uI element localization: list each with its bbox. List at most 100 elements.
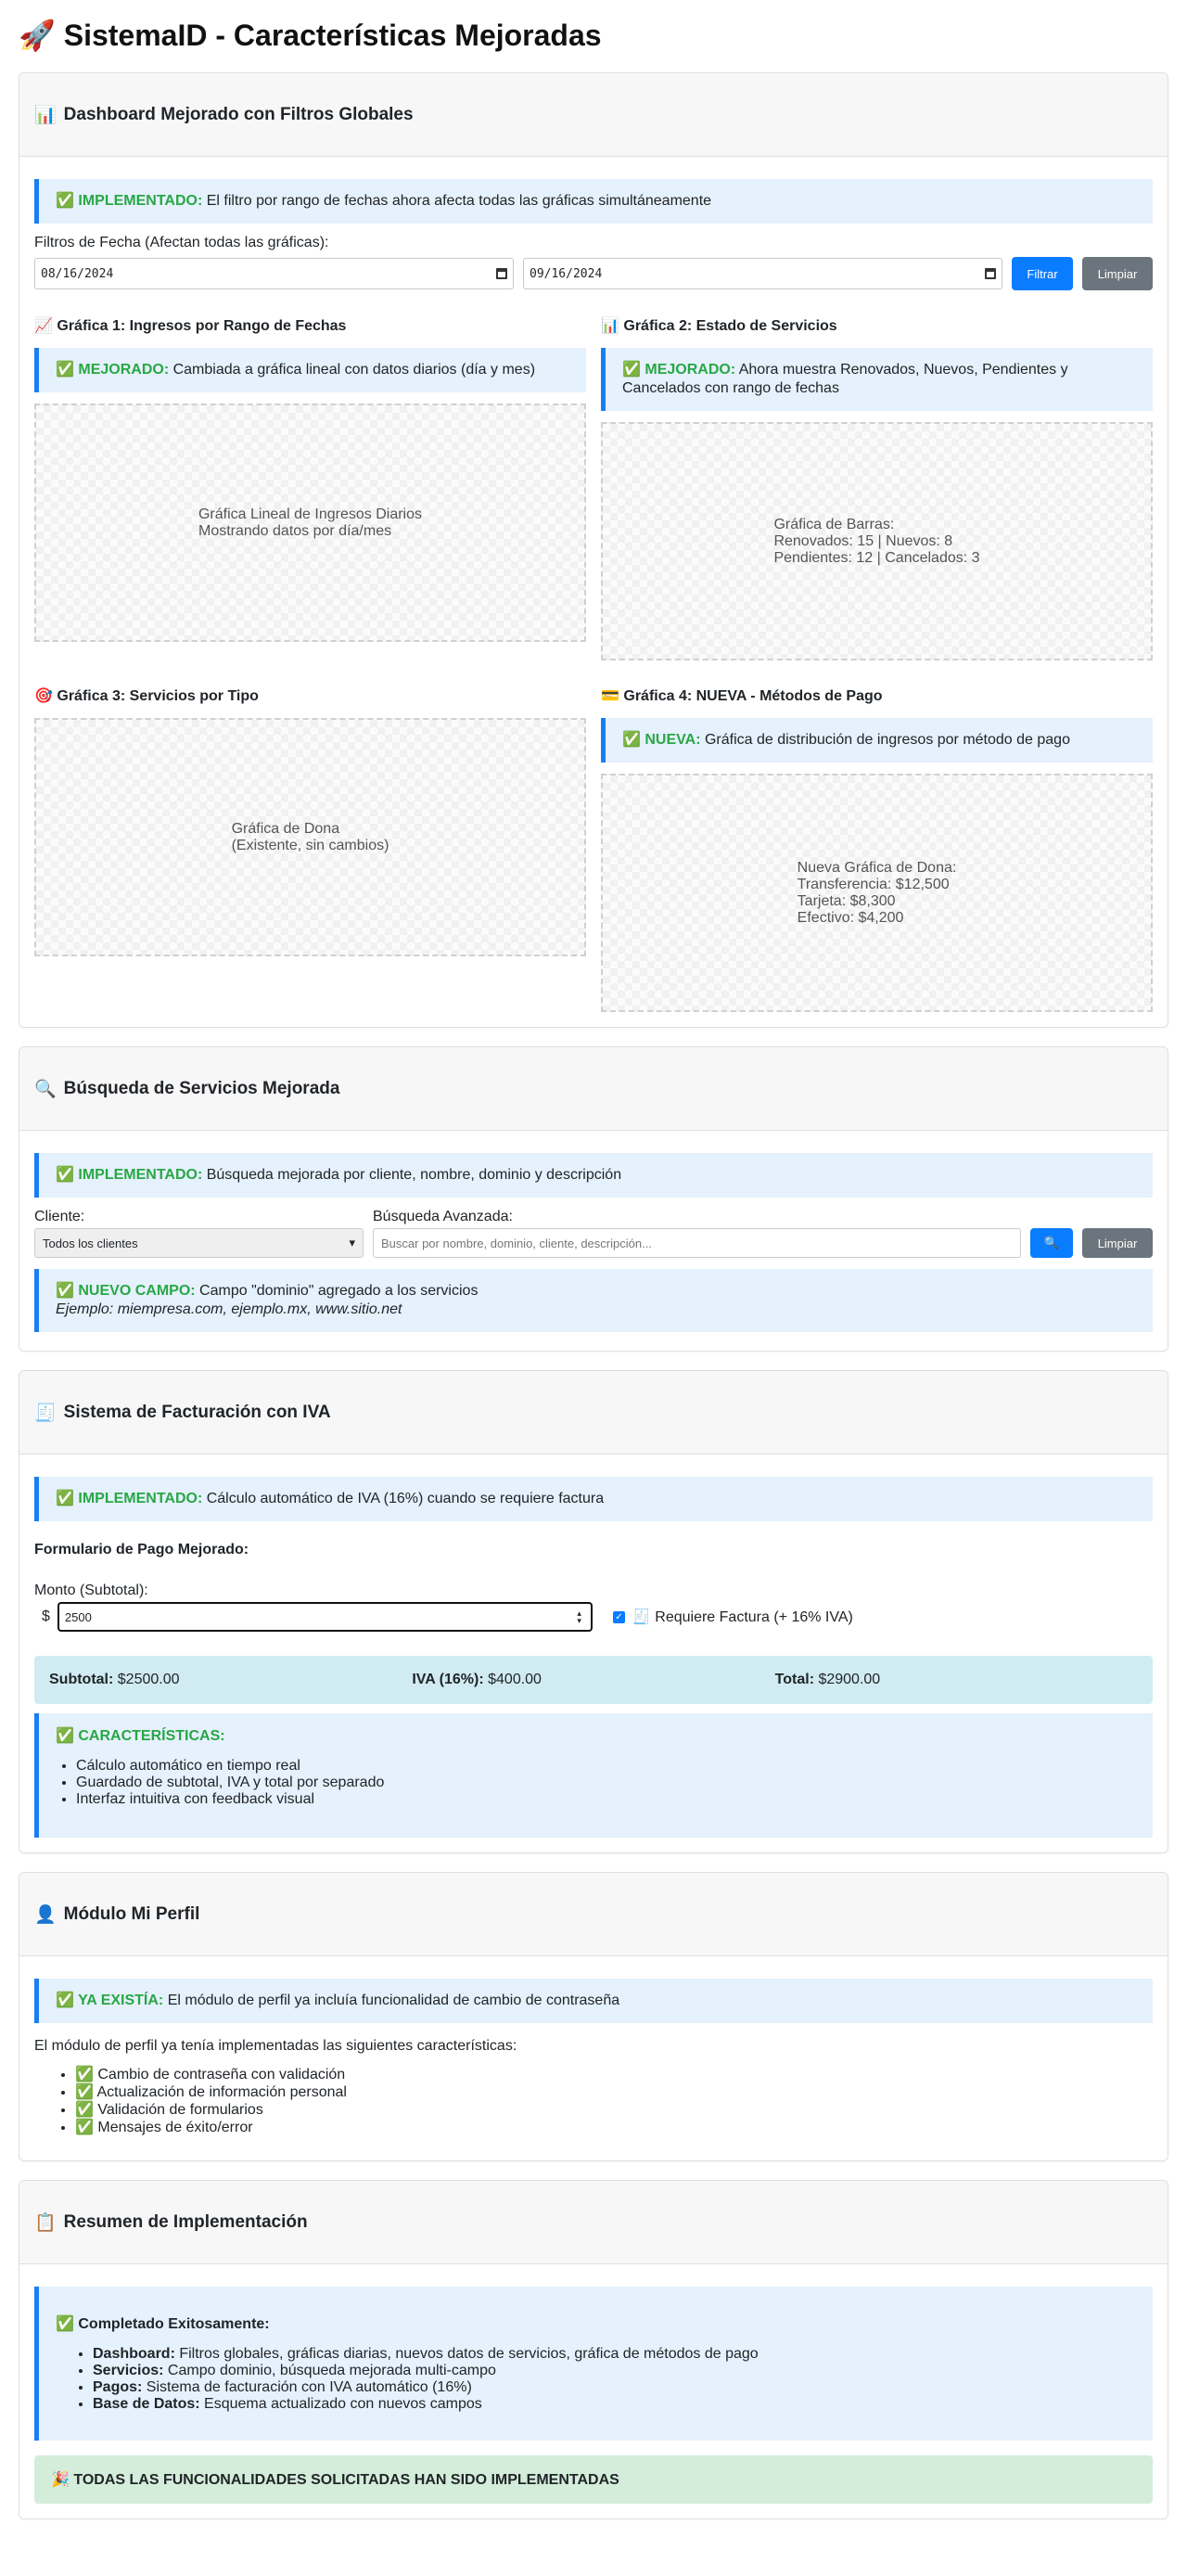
summary-title: Resumen de Implementación: [63, 2211, 308, 2232]
client-label: Cliente:: [34, 1209, 85, 1224]
chart-1: 📈 Gráfica 1: Ingresos por Rango de Fecha…: [34, 316, 586, 660]
alert-text: Cálculo automático de IVA (16%) cuando s…: [202, 1491, 605, 1506]
list-item: Base de Datos: Esquema actualizado con n…: [93, 2396, 1136, 2413]
billing-card-header: 🧾 Sistema de Facturación con IVA: [19, 1371, 1168, 1455]
search-button[interactable]: 🔍: [1030, 1228, 1073, 1258]
chart-4-placeholder-text: Nueva Gráfica de Dona: Transferencia: $1…: [797, 859, 957, 926]
features-list: Cálculo automático en tiempo real Guarda…: [56, 1758, 1136, 1808]
summary-card-header: 📋 Resumen de Implementación: [19, 2181, 1168, 2264]
summary-card: 📋 Resumen de Implementación ✅ Completado…: [19, 2180, 1168, 2519]
list-item: ✅ Actualización de información personal: [75, 2083, 1153, 2101]
date-from-value: 08/16/2024: [41, 266, 114, 281]
payment-form-title: Formulario de Pago Mejorado:: [34, 1542, 249, 1557]
alert-tag: ✅ IMPLEMENTADO:: [56, 1167, 203, 1183]
date-to-input[interactable]: 09/16/2024: [523, 258, 1002, 289]
client-filter: Cliente: Todos los clientes ▾: [34, 1209, 364, 1258]
billing-card-body: ✅ IMPLEMENTADO: Cálculo automático de IV…: [19, 1455, 1168, 1852]
iva-value: $400.00: [483, 1672, 542, 1687]
clear-search-button[interactable]: Limpiar: [1082, 1228, 1153, 1258]
calendar-icon[interactable]: [496, 268, 507, 279]
billing-card: 🧾 Sistema de Facturación con IVA ✅ IMPLE…: [19, 1370, 1168, 1853]
profile-title: Módulo Mi Perfil: [63, 1903, 200, 1924]
alert-tag: ✅ IMPLEMENTADO:: [56, 1491, 203, 1506]
user-icon: 👤: [34, 1904, 57, 1925]
advanced-search: Búsqueda Avanzada: Buscar por nombre, do…: [373, 1209, 1021, 1258]
list-item: Cálculo automático en tiempo real: [76, 1758, 1136, 1775]
alert-tag: ✅ NUEVO CAMPO:: [56, 1283, 196, 1299]
advanced-search-input[interactable]: Buscar por nombre, dominio, cliente, des…: [373, 1228, 1021, 1258]
chart-4-alert: ✅ NUEVA: Gráfica de distribución de ingr…: [601, 718, 1153, 763]
list-item: ✅ Cambio de contraseña con validación: [75, 2066, 1153, 2083]
currency-symbol: $: [42, 1608, 50, 1624]
alert-tag: ✅ NUEVA:: [622, 732, 701, 748]
success-banner: 🎉 TODAS LAS FUNCIONALIDADES SOLICITADAS …: [34, 2455, 1153, 2504]
alert-text: El filtro por rango de fechas ahora afec…: [202, 193, 712, 209]
profile-features-list: ✅ Cambio de contraseña con validación ✅ …: [34, 2066, 1153, 2136]
chart-1-alert: ✅ MEJORADO: Cambiada a gráfica lineal co…: [34, 348, 586, 392]
calendar-icon[interactable]: [985, 268, 996, 279]
advanced-search-placeholder: Buscar por nombre, dominio, cliente, des…: [381, 1236, 652, 1250]
alert-text: Búsqueda mejorada por cliente, nombre, d…: [202, 1167, 622, 1183]
filter-button[interactable]: Filtrar: [1012, 257, 1073, 290]
item-label: Pagos:: [93, 2379, 143, 2395]
amount-label: Monto (Subtotal):: [34, 1583, 148, 1598]
list-item: ✅ Validación de formularios: [75, 2101, 1153, 2119]
list-item: Interfaz intuitiva con feedback visual: [76, 1791, 1136, 1808]
charts-row-1: 📈 Gráfica 1: Ingresos por Rango de Fecha…: [34, 316, 1153, 686]
alert-tag: ✅ MEJORADO:: [56, 362, 170, 378]
alert-text: Campo "dominio" agregado a los servicios: [195, 1283, 479, 1299]
chart-3-placeholder-text: Gráfica de Dona (Existente, sin cambios): [231, 820, 389, 853]
advanced-search-label: Búsqueda Avanzada:: [373, 1209, 513, 1224]
search-alert: ✅ IMPLEMENTADO: Búsqueda mejorada por cl…: [34, 1153, 1153, 1198]
search-row: Cliente: Todos los clientes ▾ Búsqueda A…: [34, 1209, 1153, 1258]
charts-row-2: 🎯 Gráfica 3: Servicios por Tipo Gráfica …: [34, 686, 1153, 1012]
totals-bar: Subtotal: $2500.00 IVA (16%): $400.00 To…: [34, 1656, 1153, 1704]
domain-example: Ejemplo: miempresa.com, ejemplo.mx, www.…: [56, 1301, 402, 1317]
search-icon: 🔍: [34, 1079, 57, 1099]
alert-tag: ✅ MEJORADO:: [622, 362, 736, 378]
total-value: $2900.00: [814, 1672, 881, 1687]
chart-4: 💳 Gráfica 4: NUEVA - Métodos de Pago ✅ N…: [601, 686, 1153, 1012]
item-label: Servicios:: [93, 2363, 164, 2378]
profile-card-header: 👤 Módulo Mi Perfil: [19, 1873, 1168, 1956]
item-label: Base de Datos:: [93, 2396, 200, 2412]
invoice-checkbox[interactable]: ✓: [612, 1610, 625, 1623]
alert-text: Cambiada a gráfica lineal con datos diar…: [169, 362, 536, 378]
subtotal: Subtotal: $2500.00: [49, 1672, 412, 1688]
item-text: Esquema actualizado con nuevos campos: [199, 2396, 482, 2412]
search-card-body: ✅ IMPLEMENTADO: Búsqueda mejorada por cl…: [19, 1131, 1168, 1351]
chart-4-title: 💳 Gráfica 4: NUEVA - Métodos de Pago: [601, 688, 883, 704]
profile-intro: El módulo de perfil ya tenía implementad…: [34, 2038, 517, 2054]
item-label: Dashboard:: [93, 2346, 175, 2362]
client-select-value: Todos los clientes: [43, 1236, 138, 1250]
list-item: Dashboard: Filtros globales, gráficas di…: [93, 2346, 1136, 2363]
list-item: Pagos: Sistema de facturación con IVA au…: [93, 2379, 1136, 2396]
summary-box: ✅ Completado Exitosamente: Dashboard: Fi…: [34, 2287, 1153, 2441]
chart-1-placeholder: Gráfica Lineal de Ingresos Diarios Mostr…: [34, 404, 586, 642]
chart-2-placeholder: Gráfica de Barras: Renovados: 15 | Nuevo…: [601, 422, 1153, 660]
list-item: Servicios: Campo dominio, búsqueda mejor…: [93, 2363, 1136, 2379]
search-card-header: 🔍 Búsqueda de Servicios Mejorada: [19, 1047, 1168, 1131]
amount-input[interactable]: 2500 ▴ ▾: [57, 1602, 593, 1632]
date-filter-row: 08/16/2024 09/16/2024 Filtrar Limpiar: [34, 257, 1153, 290]
summary-box-title: ✅ Completado Exitosamente:: [56, 2316, 270, 2332]
client-select[interactable]: Todos los clientes ▾: [34, 1228, 364, 1258]
profile-alert: ✅ YA EXISTÍA: El módulo de perfil ya inc…: [34, 1979, 1153, 2023]
dashboard-card-header: 📊 Dashboard Mejorado con Filtros Globale…: [19, 73, 1168, 157]
total-label: Total:: [774, 1672, 815, 1687]
amount-value: 2500: [64, 1609, 92, 1624]
subtotal-value: $2500.00: [113, 1672, 180, 1687]
summary-card-body: ✅ Completado Exitosamente: Dashboard: Fi…: [19, 2264, 1168, 2518]
item-text: Filtros globales, gráficas diarias, nuev…: [174, 2346, 759, 2362]
alert-text: Gráfica de distribución de ingresos por …: [700, 732, 1070, 748]
clipboard-icon: 📋: [34, 2212, 57, 2233]
dashboard-alert: ✅ IMPLEMENTADO: El filtro por rango de f…: [34, 179, 1153, 224]
alert-tag: ✅ YA EXISTÍA:: [56, 1993, 164, 2008]
features-box: ✅ CARACTERÍSTICAS: Cálculo automático en…: [34, 1713, 1153, 1838]
stepper-icon[interactable]: ▴ ▾: [577, 1609, 581, 1625]
date-filter-label: Filtros de Fecha (Afectan todas las gráf…: [34, 235, 329, 250]
clear-filter-button[interactable]: Limpiar: [1082, 257, 1153, 290]
date-from-input[interactable]: 08/16/2024: [34, 258, 514, 289]
profile-card: 👤 Módulo Mi Perfil ✅ YA EXISTÍA: El módu…: [19, 1872, 1168, 2161]
billing-title: Sistema de Facturación con IVA: [63, 1402, 331, 1422]
